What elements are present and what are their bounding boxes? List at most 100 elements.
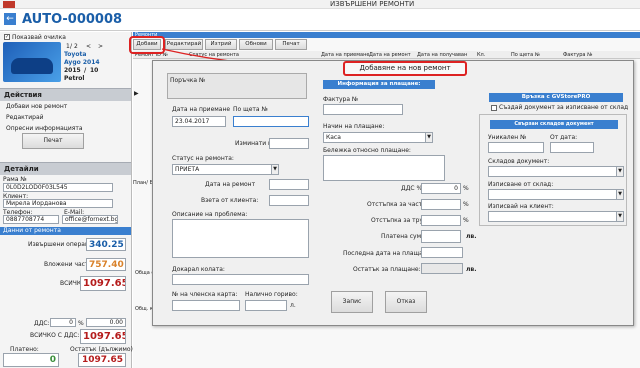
disc-parts-label: Отстъпка за части: xyxy=(367,201,429,208)
note-textarea[interactable] xyxy=(323,155,445,181)
car-year-sep: / xyxy=(84,67,87,74)
accept-date-field[interactable]: 23.04.2017 xyxy=(172,116,226,127)
disc-labor-field[interactable] xyxy=(421,215,461,226)
gv-issued-dropdown-icon[interactable]: ▼ xyxy=(616,189,624,200)
gv-title: Връзка с GVStorePRO xyxy=(489,93,623,102)
action-edit[interactable]: Редактирай xyxy=(6,114,44,121)
gv-issued-label: Изписване от склад: xyxy=(488,181,554,188)
car-body-shape xyxy=(11,58,53,74)
col-invoice: Фактура № xyxy=(563,52,593,58)
gv-unique-field[interactable] xyxy=(488,142,544,153)
status-select[interactable]: ПРИЕТА xyxy=(172,164,278,175)
gv-checkbox[interactable] xyxy=(491,105,497,111)
vat-pct-sign: % xyxy=(78,320,84,327)
status-dropdown-icon[interactable]: ▼ xyxy=(271,164,279,175)
total-vat-value: 1097.65 xyxy=(80,329,126,344)
disc-labor-unit: % xyxy=(463,217,469,224)
email-field[interactable]: office@fornext.bg xyxy=(62,215,118,224)
gv-issued-select[interactable] xyxy=(488,189,624,200)
parts-value: 757.40 xyxy=(86,258,126,271)
method-label: Начин на плащане: xyxy=(323,123,385,130)
action-add-repair[interactable]: Добави нов ремонт xyxy=(6,103,67,110)
gv-client-dropdown-icon[interactable]: ▼ xyxy=(616,211,624,222)
repairs-tab-title: Ремонти xyxy=(133,32,640,38)
card-field[interactable] xyxy=(172,300,240,311)
last-pay-date-field[interactable] xyxy=(421,247,463,258)
save-button[interactable]: Запис xyxy=(331,291,373,313)
gv-client-select[interactable] xyxy=(488,211,624,222)
pager-next-button[interactable]: > xyxy=(98,43,103,50)
car-make: Toyota xyxy=(64,51,87,58)
left-panel: ✓ Показвай очилка 1 / 2 < > Toyota Aygo … xyxy=(0,32,135,368)
window-title-bar: ИЗВЪРШЕНИ РЕМОНТИ xyxy=(0,0,640,9)
gv-doc-select[interactable] xyxy=(488,166,624,177)
header-bar: ← AUTO-000008 xyxy=(0,9,640,31)
phone-field[interactable]: 0887708774 xyxy=(3,215,59,224)
record-id: AUTO-000008 xyxy=(22,12,123,27)
car-year: 2015 xyxy=(64,67,81,74)
remaining-value: 1097.65 xyxy=(78,353,126,367)
remaining-pay-unit: лв. xyxy=(466,266,477,273)
problem-label: Описание на проблема: xyxy=(172,211,248,218)
taken-date-field[interactable] xyxy=(269,195,309,206)
invoice-label: Фактура № xyxy=(323,96,359,103)
back-arrow-icon[interactable]: ← xyxy=(4,13,16,25)
vat-pct-unit: % xyxy=(463,185,469,192)
bg-ops2-label: Общ. к xyxy=(135,306,153,312)
left-print-button[interactable]: Печат xyxy=(22,133,84,149)
repair-data-strip: Данни от ремонта xyxy=(0,227,131,235)
vat-pct: 0 xyxy=(50,318,76,327)
gv-doc-label: Складов документ: xyxy=(488,158,550,165)
gv-doc-dropdown-icon[interactable]: ▼ xyxy=(616,166,624,177)
accept-date-label: Дата на приемане xyxy=(172,106,231,113)
vat-pct-field[interactable]: 0 xyxy=(421,183,461,194)
reg-label: Рама № xyxy=(3,176,27,183)
gv-checkbox-label: Създай документ за изписване от склад xyxy=(499,104,629,111)
claim-field[interactable] xyxy=(233,116,309,127)
car-month: 10 xyxy=(90,67,99,74)
vat-pct-label: ДДС % xyxy=(401,185,423,192)
gv-from-date-label: От дата: xyxy=(550,134,578,141)
repair-date-field[interactable] xyxy=(269,179,309,190)
method-select[interactable]: Каса xyxy=(323,132,433,143)
show-glasses-label: Показвай очилка xyxy=(12,34,66,41)
km-field[interactable] xyxy=(269,138,309,149)
fuel-field[interactable] xyxy=(245,300,287,311)
method-dropdown-icon[interactable]: ▼ xyxy=(425,132,433,143)
brought-field[interactable] xyxy=(172,274,309,285)
col-claim: По щета № xyxy=(511,52,540,58)
order-box: Поръчка № xyxy=(167,73,307,99)
action-refresh[interactable]: Опресни информацията xyxy=(6,125,83,132)
reg-field[interactable]: 0L0D2LOD0F03L545 xyxy=(3,183,113,192)
disc-parts-field[interactable] xyxy=(421,199,461,210)
show-glasses-checkbox[interactable]: ✓ xyxy=(4,34,10,40)
paid-sum-field[interactable] xyxy=(421,230,461,243)
cancel-button[interactable]: Отказ xyxy=(385,291,427,313)
details-header: Детайли xyxy=(0,162,131,175)
row-selector-icon: ▶ xyxy=(134,90,139,97)
dialog-title: Добавяне на нов ремонт xyxy=(343,61,467,76)
taken-date-label: Взета от клиента: xyxy=(201,197,259,204)
remaining-label: Остатък (дължимо): xyxy=(70,346,135,353)
paid-label: Платено: xyxy=(10,346,39,353)
gv-unique-label: Уникален № xyxy=(488,134,527,141)
note-label: Бележка относно плащане: xyxy=(323,147,411,154)
payment-title: Информация за плащане: xyxy=(323,80,435,89)
col-received-date: Дата на получаван xyxy=(417,52,468,58)
client-field[interactable]: Мирела Йорданова xyxy=(3,199,113,208)
actions-header: Действия xyxy=(0,88,131,101)
pager-prev-button[interactable]: < xyxy=(86,43,91,50)
gv-group: Свързан складов документ Уникален № От д… xyxy=(479,114,627,226)
car-model: Aygo 2014 xyxy=(64,59,100,66)
status-label: Статус на ремонта: xyxy=(172,155,234,162)
fuel-label: Налично гориво: xyxy=(245,291,298,298)
remaining-pay-field xyxy=(421,263,463,274)
order-label: Поръчка № xyxy=(170,77,206,84)
gv-client-label: Изписвай на клиент: xyxy=(488,203,554,210)
gv-from-date-field[interactable] xyxy=(550,142,594,153)
total-vat-label: ВСИЧКО С ДДС: xyxy=(30,332,80,339)
invoice-field[interactable] xyxy=(323,104,403,115)
car-fuel: Petrol xyxy=(64,75,85,82)
problem-textarea[interactable] xyxy=(172,219,309,258)
pager-sep: / xyxy=(70,43,73,50)
